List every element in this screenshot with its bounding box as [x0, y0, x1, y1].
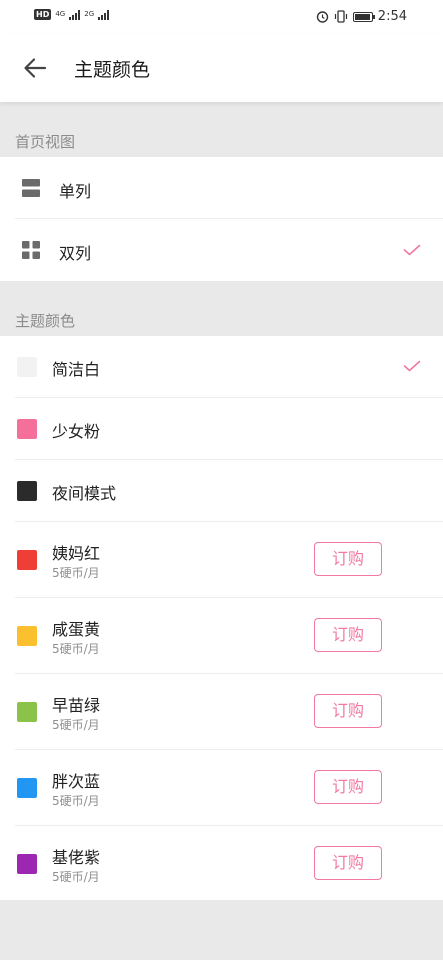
signal-icon: [98, 9, 110, 20]
single-column-icon: [22, 179, 40, 197]
option-label: 双列: [59, 244, 92, 263]
arrow-left-icon: [24, 58, 47, 78]
sim1-network-type: 4G: [55, 10, 66, 18]
grid-icon: [22, 241, 40, 259]
app-bar: 主题颜色: [0, 34, 443, 102]
checkmark-icon: [403, 244, 421, 256]
theme-price: 5硬币/月: [52, 642, 100, 656]
order-button[interactable]: 订购: [314, 770, 382, 804]
order-button[interactable]: 订购: [314, 618, 382, 652]
status-bar: HD 4G 2G 2:54: [0, 0, 443, 34]
theme-label: 少女粉: [52, 422, 101, 441]
clock: 2:54: [377, 9, 407, 24]
theme-item-green[interactable]: 早苗绿 5硬币/月 订购: [0, 674, 443, 750]
theme-colors-panel: 简洁白 少女粉 夜间模式 姨妈红 5硬币/月 订购 咸蛋黄 5硬币/月 订购 早…: [0, 336, 443, 900]
theme-price: 5硬币/月: [52, 718, 100, 732]
status-left: HD 4G 2G: [34, 9, 110, 20]
color-swatch: [17, 550, 37, 570]
theme-label: 姨妈红: [52, 544, 101, 563]
color-swatch: [17, 357, 37, 377]
battery-icon: [352, 11, 375, 22]
status-right: 2:54: [316, 9, 407, 24]
color-swatch: [17, 778, 37, 798]
alarm-icon: [316, 11, 328, 23]
color-swatch: [17, 854, 37, 874]
theme-item-white[interactable]: 简洁白: [0, 336, 443, 398]
theme-label: 简洁白: [52, 360, 101, 379]
theme-item-night[interactable]: 夜间模式: [0, 460, 443, 522]
color-swatch: [17, 419, 37, 439]
theme-item-red[interactable]: 姨妈红 5硬币/月 订购: [0, 522, 443, 598]
theme-label: 夜间模式: [52, 484, 117, 503]
color-swatch: [17, 626, 37, 646]
checkmark-icon: [403, 360, 421, 372]
theme-label: 胖次蓝: [52, 772, 101, 791]
back-button[interactable]: [20, 54, 50, 82]
theme-price: 5硬币/月: [52, 870, 100, 884]
color-swatch: [17, 481, 37, 501]
home-view-panel: 单列 双列: [0, 157, 443, 281]
sim2-network-type: 2G: [84, 10, 95, 18]
section-title: 主题颜色: [15, 312, 76, 330]
theme-price: 5硬币/月: [52, 794, 100, 808]
order-button[interactable]: 订购: [314, 846, 382, 880]
signal-icon: [69, 9, 81, 20]
theme-label: 基佬紫: [52, 848, 101, 867]
theme-item-pink[interactable]: 少女粉: [0, 398, 443, 460]
page-title: 主题颜色: [74, 59, 151, 81]
theme-item-yellow[interactable]: 咸蛋黄 5硬币/月 订购: [0, 598, 443, 674]
theme-label: 咸蛋黄: [52, 620, 101, 639]
theme-item-blue[interactable]: 胖次蓝 5硬币/月 订购: [0, 750, 443, 826]
option-double-column[interactable]: 双列: [0, 219, 443, 281]
order-button[interactable]: 订购: [314, 542, 382, 576]
option-label: 单列: [59, 182, 92, 201]
vibrate-icon: [334, 10, 347, 23]
section-header-theme-colors: 主题颜色: [0, 281, 443, 336]
color-swatch: [17, 702, 37, 722]
theme-price: 5硬币/月: [52, 566, 100, 580]
order-button[interactable]: 订购: [314, 694, 382, 728]
theme-item-purple[interactable]: 基佬紫 5硬币/月 订购: [0, 826, 443, 900]
option-single-column[interactable]: 单列: [0, 157, 443, 219]
section-title: 首页视图: [15, 133, 76, 151]
hd-badge: HD: [34, 9, 52, 20]
section-header-home-view: 首页视图: [0, 102, 443, 157]
theme-label: 早苗绿: [52, 696, 101, 715]
